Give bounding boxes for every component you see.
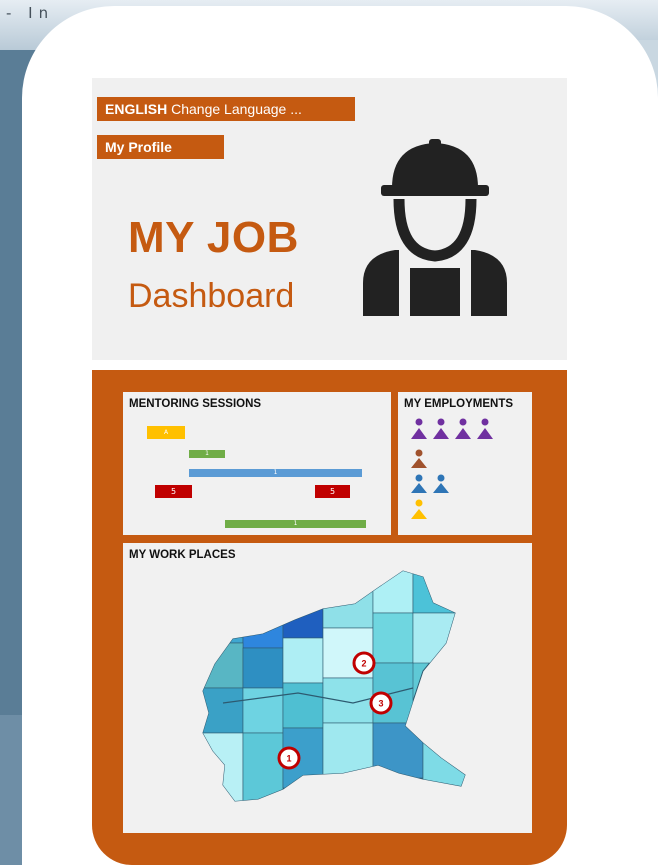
page-title: MY JOB [128,213,299,262]
person-icon [415,449,423,457]
person-icon [437,418,445,426]
person-icon [481,418,489,426]
my-employments-widget[interactable]: MY EMPLOYMENTS [398,392,532,535]
background-text: - In [6,4,55,22]
employment-icons [411,418,493,519]
session-bar[interactable]: 1 [225,520,366,528]
mentoring-title: MENTORING SESSIONS [129,398,262,410]
session-bar[interactable]: 1 [189,469,362,477]
language-action: Change Language ... [167,101,302,117]
marker-label: 1 [286,754,291,764]
my-work-places-widget[interactable]: MY WORK PLACES 2 3 1 [123,543,532,833]
construction-worker-icon [363,139,507,316]
person-icon [411,509,427,519]
person-icon [415,474,423,482]
mentoring-sessions-widget[interactable]: MENTORING SESSIONS A 1 1 5 5 1 [123,392,391,535]
person-icon [411,483,427,493]
marker-label: 3 [378,699,383,709]
person-icon [433,483,449,493]
session-bar[interactable]: 5 [155,485,192,498]
person-icon [411,458,427,468]
page-subtitle: Dashboard [128,277,295,315]
person-icon [433,428,449,439]
session-bar[interactable]: 1 [189,450,225,458]
person-icon [477,428,493,439]
person-icon [455,428,471,439]
person-icon [459,418,467,426]
district-map[interactable]: 2 3 1 [123,543,532,833]
marker-label: 2 [361,659,366,669]
person-icon [437,474,445,482]
session-bar[interactable]: A [147,426,185,439]
person-icon [415,418,423,426]
session-bar[interactable]: 5 [315,485,350,498]
language-current: ENGLISH [105,101,168,117]
change-language-button[interactable]: ENGLISH Change Language ... [97,97,355,121]
person-icon [411,428,427,439]
my-profile-button[interactable]: My Profile [97,135,224,159]
person-icon [415,499,423,507]
